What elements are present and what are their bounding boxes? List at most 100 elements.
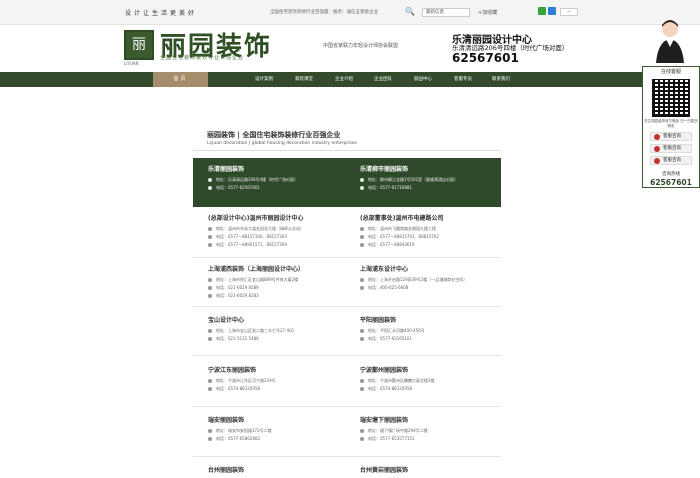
consult-label: 客服咨询 — [663, 158, 681, 163]
location-icon — [208, 329, 212, 333]
branch-card[interactable]: 平阳丽园装饰 地址：平阳汇水河路400-456号 电话：0577-6316510… — [360, 315, 490, 355]
branch-name[interactable]: 台州黄岩丽园装饰 — [360, 465, 490, 474]
branch-address: 地址：宁波市鄞州区麟麟大厦北楼3楼 — [368, 378, 435, 383]
divider — [193, 257, 501, 258]
phone-icon — [360, 437, 364, 441]
branch-address: 地址：宁波市江东区河宁路229号 — [216, 378, 276, 383]
branch-name[interactable]: 乐清丽园装饰 — [208, 164, 338, 173]
phone-icon — [208, 337, 212, 341]
branch-name[interactable]: (总部设计中心)温州市丽园设计中心 — [208, 213, 338, 222]
branch-card[interactable]: 上海浦西装饰（上海丽园设计中心） 地址：上海市徐汇区宜山路889号齐来大厦2楼 … — [208, 264, 338, 304]
phone-icon — [360, 337, 364, 341]
add-favorite-link[interactable]: +加收藏 — [478, 9, 497, 16]
phone-icon — [360, 387, 364, 391]
branch-card[interactable]: 乐清柳市丽园装饰 地址：柳市柳江北路1号502室（夏威夷酒店对面） 电话：057… — [360, 164, 490, 204]
branch-card[interactable]: (总部设计中心)温州市丽园设计中心 地址：温州市车站大道金园花大楼（瑞晖公交站）… — [208, 213, 338, 253]
consult-button[interactable]: 客服咨询 — [650, 144, 692, 153]
branch-card[interactable]: 瑞安丽园装饰 地址：瑞安市安阳路372号二楼 电话：0577-65862802 — [208, 415, 338, 455]
branch-phone: 电话：400-625-6608 — [368, 285, 409, 290]
branch-name[interactable]: 乐清柳市丽园装饰 — [360, 164, 490, 173]
logo-subtitle: 全国住宅装饰装修行业百强企业 — [160, 55, 245, 61]
branch-name[interactable]: (总部董事处)温州市电建路公司 — [360, 213, 490, 222]
phone-icon — [360, 286, 364, 290]
location-icon — [360, 278, 364, 282]
wechat-share-icon[interactable] — [538, 7, 546, 15]
location-icon — [208, 278, 212, 282]
branch-address: 地址：上海开启路129弄39号2楼（—品漫城商业空间） — [368, 277, 468, 282]
branch-name[interactable]: 上海浦东设计中心 — [360, 264, 490, 273]
nav-center[interactable]: 丽园中心 — [414, 72, 432, 87]
nav-service[interactable]: 客服专员 — [454, 72, 472, 87]
branch-phone: 电话：0574-88120958 — [368, 386, 412, 391]
nav-home[interactable]: 首页 — [153, 72, 208, 87]
phone-icon — [208, 186, 212, 190]
branch-card[interactable]: 宁波江东丽园装饰 地址：宁波市江东区河宁路229号 电话：0574-881209… — [208, 365, 338, 405]
branch-phone: 电话：0577-61716881 — [368, 185, 412, 190]
branch-address: 地址：上海市宝山区淞二路三丰七号27-401 — [216, 328, 295, 333]
divider — [193, 306, 501, 307]
hotline-number: 62567601 — [650, 178, 692, 187]
qr-note: 关注丽园装饰官方微信 扫一扫更多精彩 — [644, 119, 698, 128]
qr-code — [652, 79, 690, 117]
branch-address: 地址：温州市车站大道金园花大楼（瑞晖公交站） — [216, 226, 304, 231]
consult-button[interactable]: 客服咨询 — [650, 132, 692, 141]
branch-name[interactable]: 瑞安丽园装饰 — [208, 415, 338, 424]
divider — [193, 406, 501, 407]
content-title: 丽园装饰 | 全国住宅装饰装修行业百强企业 — [207, 131, 341, 139]
alliance-text: 中国省家联力年轻设计师协会联盟 — [323, 43, 399, 49]
branch-phone: 电话：021-6029 8283 — [216, 293, 259, 298]
branch-address: 地址：温州市飞霞南路金雅园九楼三楼 — [368, 226, 436, 231]
branch-name[interactable]: 宁波鄞州丽园装饰 — [360, 365, 490, 374]
header-phone: 62567601 — [452, 51, 519, 65]
branch-card[interactable]: 乐清丽园装饰 地址：乐清清远路206号4楼（时代广场对面） 电话：0577-62… — [208, 164, 338, 204]
location-icon — [208, 379, 212, 383]
location-icon — [360, 178, 364, 182]
search-icon[interactable]: 🔍 — [405, 7, 415, 16]
branch-name[interactable]: 平阳丽园装饰 — [360, 315, 490, 324]
branch-card[interactable]: 上海浦东设计中心 地址：上海开启路129弄39号2楼（—品漫城商业空间） 电话：… — [360, 264, 490, 304]
branch-phone: 电话：0577—88157300、88157303 — [216, 234, 287, 239]
weibo-share-icon[interactable] — [548, 7, 556, 15]
consult-button[interactable]: 客服咨询 — [650, 156, 692, 165]
qq-icon — [654, 158, 660, 164]
branch-card[interactable]: 瑞安塘下丽园装饰 地址：塘下镇广场中路299号二楼 电话：0577-653577… — [360, 415, 490, 455]
location-icon — [360, 429, 364, 433]
branch-card[interactable]: 台州丽园装饰 — [208, 465, 338, 477]
qq-icon — [654, 134, 660, 140]
branch-card[interactable]: 台州黄岩丽园装饰 — [360, 465, 490, 477]
search-select[interactable]: 最新信息 — [422, 8, 470, 17]
logo-mark[interactable]: 丽 — [124, 30, 154, 60]
branch-name[interactable]: 上海浦西装饰（上海丽园设计中心） — [208, 264, 338, 273]
branch-phone: 电话：0577—88843619 — [368, 242, 415, 247]
nav-about[interactable]: 企业介绍 — [335, 72, 353, 87]
branch-name[interactable]: 宝山设计中心 — [208, 315, 338, 324]
branch-card[interactable]: 宝山设计中心 地址：上海市宝山区淞二路三丰七号27-401 电话：021-513… — [208, 315, 338, 355]
language-select[interactable]: — — [560, 8, 578, 16]
branch-phone: 电话：021-5131 5486 — [216, 336, 259, 341]
branch-address: 地址：平阳汇水河路400-456号 — [368, 328, 425, 333]
branch-name[interactable]: 台州丽园装饰 — [208, 465, 338, 474]
logo-en: LIYUAN — [124, 61, 139, 66]
branch-name[interactable]: 宁波江东丽园装饰 — [208, 365, 338, 374]
phone-icon — [360, 235, 364, 239]
phone-icon — [208, 235, 212, 239]
nav-home-class[interactable]: 家装课堂 — [295, 72, 313, 87]
consult-label: 客服咨询 — [663, 134, 681, 139]
branch-address: 地址：上海市徐汇区宜山路889号齐来大厦2楼 — [216, 277, 299, 282]
branch-phone: 电话：0577-653577151 — [368, 436, 415, 441]
phone-icon — [360, 243, 364, 247]
location-icon — [360, 329, 364, 333]
branch-card[interactable]: (总部董事处)温州市电建路公司 地址：温州市飞霞南路金雅园九楼三楼 电话：057… — [360, 213, 490, 253]
nav-contact[interactable]: 联系我们 — [492, 72, 510, 87]
branch-address: 地址：塘下镇广场中路299号二楼 — [368, 428, 428, 433]
nav-team[interactable]: 企业团队 — [374, 72, 392, 87]
location-icon — [360, 379, 364, 383]
location-icon — [208, 429, 212, 433]
branch-card[interactable]: 宁波鄞州丽园装饰 地址：宁波市鄞州区麟麟大厦北楼3楼 电话：0574-88120… — [360, 365, 490, 405]
branch-phone: 电话：0577—88901571、88157309 — [216, 242, 287, 247]
panel-title: 在线客服 — [660, 69, 681, 75]
branch-name[interactable]: 瑞安塘下丽园装饰 — [360, 415, 490, 424]
nav-design-cases[interactable]: 设计案例 — [255, 72, 273, 87]
branch-phone: 电话：021-6029 8289 — [216, 285, 259, 290]
branch-address: 地址：乐清清远路206号4楼（时代广场对面） — [216, 177, 299, 182]
